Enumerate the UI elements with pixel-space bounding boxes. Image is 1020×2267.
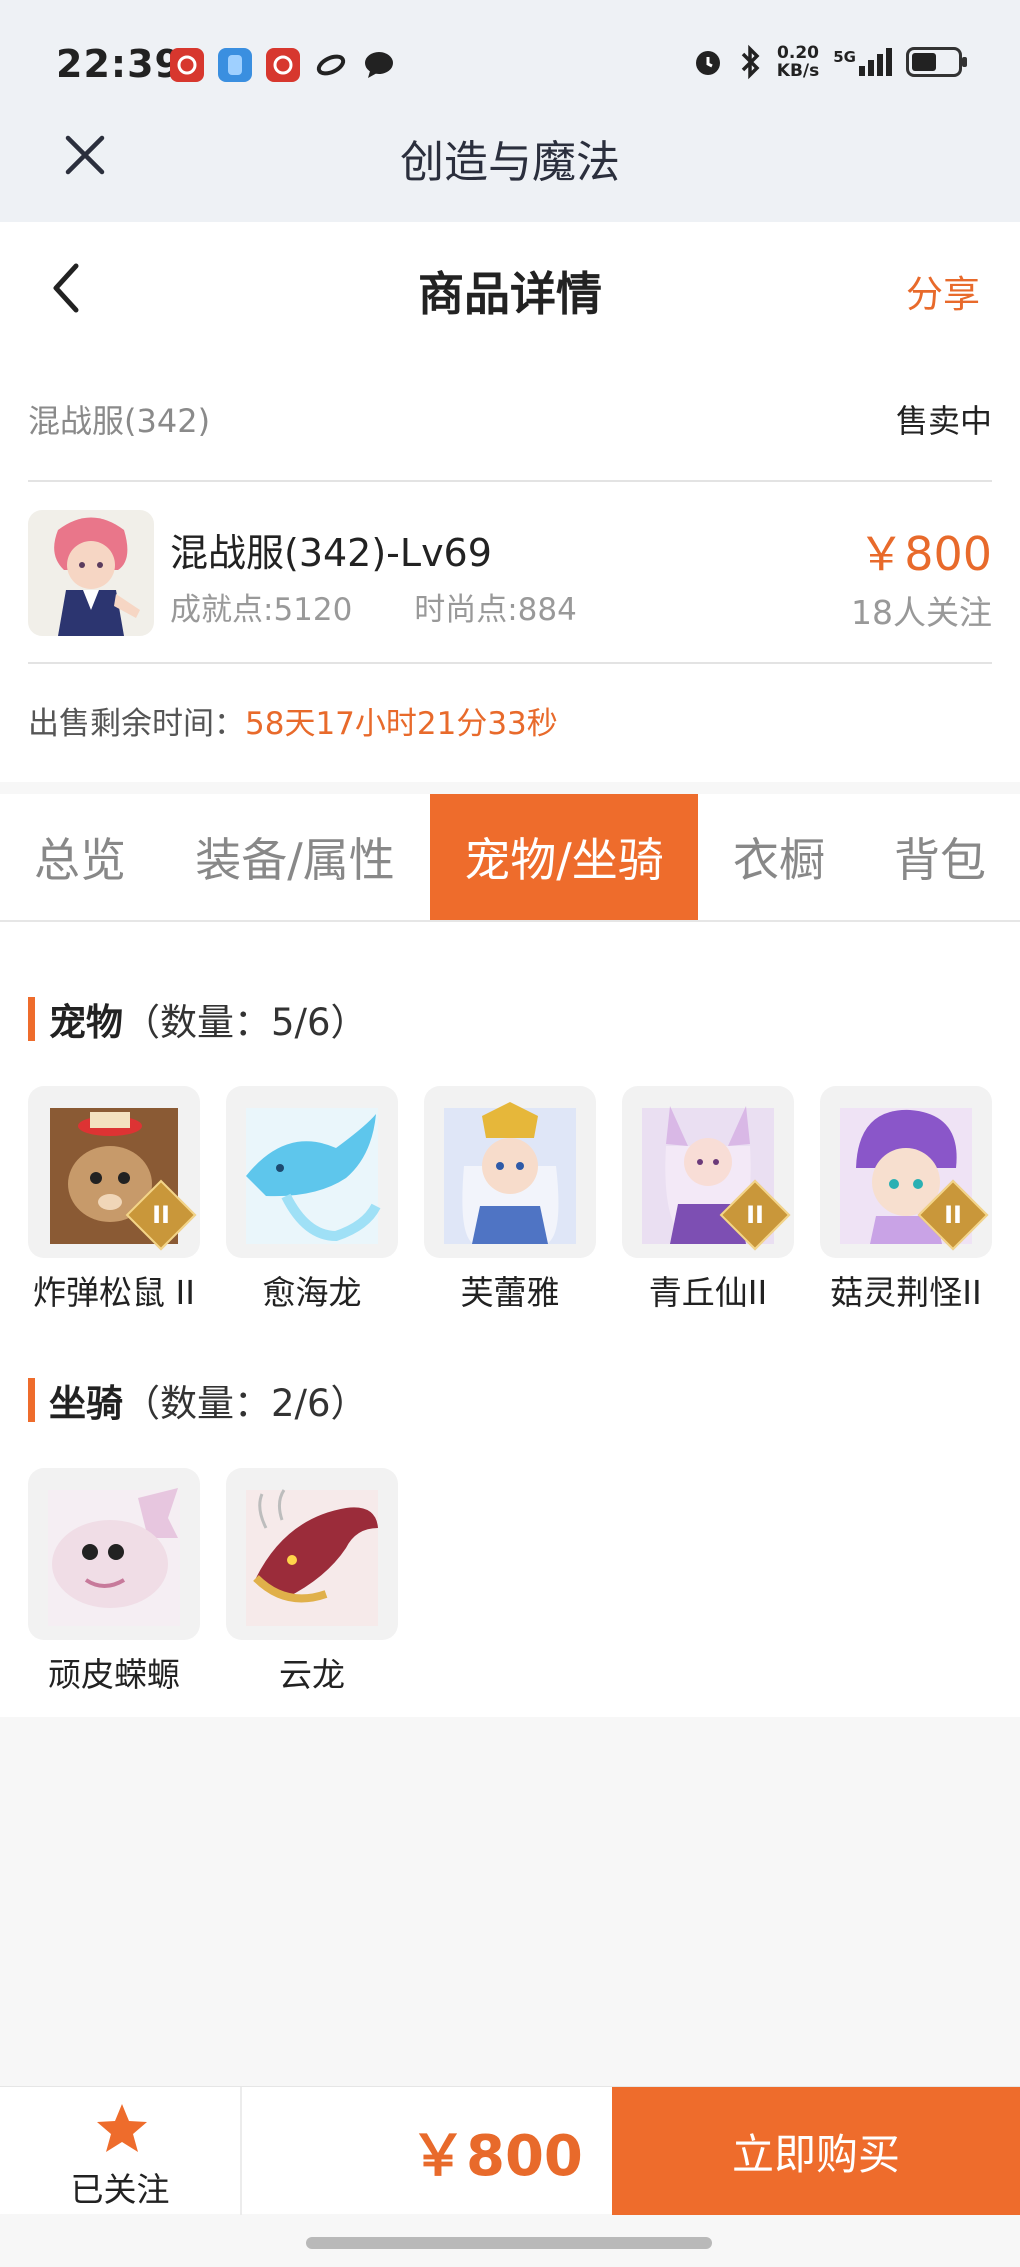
bottom-price: ￥800 xyxy=(410,2124,583,2189)
achievement-points: 成就点:5120 xyxy=(170,592,353,628)
pet-name: 芙蕾雅 xyxy=(460,1273,560,1312)
pet-item[interactable]: II 炸弹松鼠 II xyxy=(28,1086,200,1314)
link-icon xyxy=(314,48,348,82)
remaining-label: 出售剩余时间： xyxy=(28,706,245,742)
page-title: 商品详情 xyxy=(418,267,602,321)
battery-level xyxy=(912,53,936,71)
mount-thumbnail xyxy=(28,1468,200,1640)
buy-now-button[interactable]: 立即购买 xyxy=(612,2087,1020,2215)
tab-wardrobe[interactable]: 衣橱 xyxy=(698,794,860,920)
mount-item[interactable]: 云龙 xyxy=(226,1468,398,1696)
product-name: 混战服(342)-Lv69 xyxy=(170,531,492,575)
mount-name: 顽皮蝾螈 xyxy=(48,1655,180,1694)
netease-music-icon xyxy=(170,48,204,82)
pet-item[interactable]: II 菇灵荆怪II xyxy=(820,1086,992,1314)
watcher-count: 18人关注 xyxy=(851,593,992,632)
remaining-value: 58天17小时21分33秒 xyxy=(245,706,558,742)
pet-item[interactable]: 芙蕾雅 xyxy=(424,1086,596,1314)
divider xyxy=(28,662,992,664)
mounts-count: （数量：2/6） xyxy=(123,1382,368,1425)
section-marker xyxy=(28,997,35,1041)
product-stats: 成就点:5120 时尚点:884 xyxy=(170,584,629,629)
pets-mounts-panel: 宠物 （数量：5/6） II 炸弹松鼠 II 愈海龙 芙蕾雅 II 青丘仙II … xyxy=(0,922,1020,1717)
section-marker xyxy=(28,1378,35,1422)
tab-backpack[interactable]: 背包 xyxy=(860,794,1020,920)
pet-name: 菇灵荆怪II xyxy=(830,1273,982,1312)
follow-label: 已关注 xyxy=(70,2170,170,2209)
pet-name: 愈海龙 xyxy=(262,1273,362,1312)
mount-name: 云龙 xyxy=(279,1655,345,1694)
pets-section-title: 宠物 （数量：5/6） xyxy=(28,992,368,1046)
app-header: 创造与魔法 xyxy=(0,118,1020,222)
server-name: 混战服(342) xyxy=(28,402,211,440)
battery-icon xyxy=(906,47,967,77)
pets-title: 宠物 xyxy=(49,1001,123,1044)
notification-icons xyxy=(170,48,396,82)
net-speed: 0.20 KB/s xyxy=(776,43,820,81)
pet-thumbnail xyxy=(424,1086,596,1258)
divider xyxy=(28,480,992,482)
tab-overview[interactable]: 总览 xyxy=(0,794,160,920)
sale-status: 售卖中 xyxy=(895,402,992,440)
pet-item[interactable]: 愈海龙 xyxy=(226,1086,398,1314)
signal-icon: 5G xyxy=(833,48,892,76)
system-icons: 0.20 KB/s 5G xyxy=(691,43,967,81)
pet-thumbnail: II xyxy=(622,1086,794,1258)
status-time: 22:39 xyxy=(56,42,182,86)
pet-name: 青丘仙II xyxy=(648,1273,768,1312)
mount-item[interactable]: 顽皮蝾螈 xyxy=(28,1468,200,1696)
pets-count: （数量：5/6） xyxy=(123,1001,368,1044)
pet-name: 炸弹松鼠 II xyxy=(33,1273,195,1312)
pet-thumbnail xyxy=(226,1086,398,1258)
fashion-points: 时尚点:884 xyxy=(414,592,577,628)
pet-thumbnail: II xyxy=(820,1086,992,1258)
home-indicator[interactable] xyxy=(306,2237,712,2249)
pet-thumbnail: II xyxy=(28,1086,200,1258)
mount-thumbnail xyxy=(226,1468,398,1640)
page-header: 商品详情 分享 xyxy=(0,222,1020,352)
mounts-title: 坐骑 xyxy=(49,1382,123,1425)
app-title: 创造与魔法 xyxy=(400,137,620,188)
mounts-section-title: 坐骑 （数量：2/6） xyxy=(28,1373,368,1427)
alarm-icon xyxy=(695,51,720,75)
bluetooth-icon xyxy=(741,44,760,80)
app-notification-icon xyxy=(218,48,252,82)
remaining-time: 出售剩余时间：58天17小时21分33秒 xyxy=(28,698,558,743)
product-card: 混战服(342) 售卖中 混战服(342)-Lv69 成就点:5120 时尚点:… xyxy=(0,352,1020,782)
status-bar: 22:39 0.20 KB/s 5G xyxy=(0,0,1020,118)
chat-icon xyxy=(362,48,396,82)
pet-item[interactable]: II 青丘仙II xyxy=(622,1086,794,1314)
follow-button[interactable]: 已关注 xyxy=(0,2087,242,2215)
tab-bar: 总览 装备/属性 宠物/坐骑 衣橱 背包 xyxy=(0,794,1020,922)
character-avatar xyxy=(28,510,154,636)
star-icon xyxy=(97,2104,147,2152)
network-type: 5G xyxy=(833,48,856,66)
tab-pets-mounts[interactable]: 宠物/坐骑 xyxy=(430,794,698,920)
netease-music-icon xyxy=(266,48,300,82)
bottom-action-bar: 已关注 ￥800 立即购买 xyxy=(0,2086,1020,2215)
product-price: ￥800 xyxy=(858,527,992,581)
share-button[interactable]: 分享 xyxy=(906,264,980,318)
tab-equipment[interactable]: 装备/属性 xyxy=(160,794,430,920)
